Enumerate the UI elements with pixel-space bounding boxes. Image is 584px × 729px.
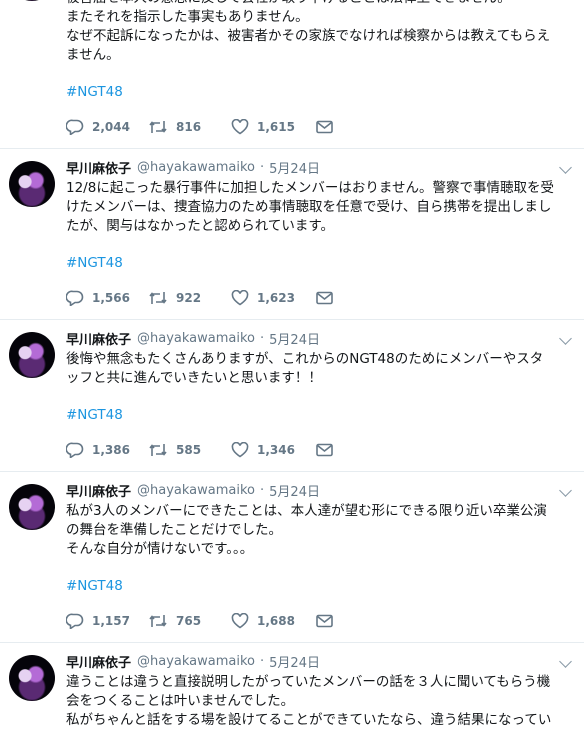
retweet-icon [149,444,167,456]
display-name[interactable]: 早川麻依子 [66,652,131,671]
username[interactable]: @hayakawamaiko [137,160,255,175]
tweet[interactable]: 早川麻依子 @hayakawamaiko · 5月24日 違うことは違うと直接説… [0,643,584,729]
avatar[interactable] [9,655,55,701]
reply-count: 2,044 [92,120,130,134]
direct-message-button[interactable] [316,443,333,457]
tweet-actions: 1,566 922 1,623 [66,289,570,319]
tweet[interactable]: 被害届を本人の意思に反して会社が取り下げることは法律上できません。 またそれを指… [0,0,584,149]
display-name[interactable]: 早川麻依子 [66,481,131,500]
direct-message-button[interactable] [316,120,333,134]
timestamp[interactable]: 5月24日 [269,652,320,671]
reply-button[interactable]: 1,157 [66,613,148,629]
reply-button[interactable]: 1,386 [66,442,148,458]
like-count: 1,688 [257,614,295,628]
username[interactable]: @hayakawamaiko [137,483,255,498]
tweet-actions: 1,386 585 1,346 [66,441,570,471]
retweet-icon [149,615,167,627]
tweet-header: 早川麻依子 @hayakawamaiko · 5月24日 [66,472,570,500]
tweet-text: 後悔や無念もたくさんありますが、これからのNGT48のためにメンバーやスタ ッフ… [66,351,544,386]
reply-icon [66,442,84,458]
like-button[interactable]: 1,346 [231,442,316,458]
retweet-icon [149,121,167,133]
tweet-actions: 2,044 816 1,615 [66,118,570,148]
like-button[interactable]: 1,623 [231,290,316,306]
username[interactable]: @hayakawamaiko [137,654,255,669]
tweet[interactable]: 早川麻依子 @hayakawamaiko · 5月24日 後悔や無念もたくさんあ… [0,320,584,472]
tweet[interactable]: 早川麻依子 @hayakawamaiko · 5月24日 私が3人のメンバーにで… [0,472,584,643]
reply-icon [66,613,84,629]
reply-count: 1,566 [92,291,130,305]
tweet-text: 被害届を本人の意思に反して会社が取り下げることは法律上できません。 またそれを指… [66,0,551,63]
retweet-button[interactable]: 765 [148,613,231,629]
direct-message-button[interactable] [316,614,333,628]
tweet-header: 早川麻依子 @hayakawamaiko · 5月24日 [66,320,570,348]
envelope-icon [316,443,333,457]
retweet-button[interactable]: 816 [148,119,231,135]
separator-dot: · [260,159,265,175]
hashtag-link[interactable]: #NGT48 [66,254,570,273]
tweet-header: 早川麻依子 @hayakawamaiko · 5月24日 [66,149,570,177]
hashtag-link[interactable]: #NGT48 [66,577,570,596]
separator-dot: · [260,653,265,669]
avatar[interactable] [9,484,55,530]
reply-button[interactable]: 1,566 [66,290,148,306]
timestamp[interactable]: 5月24日 [269,158,320,177]
heart-icon [231,613,249,629]
display-name[interactable]: 早川麻依子 [66,158,131,177]
like-count: 1,623 [257,291,295,305]
reply-icon [66,119,84,135]
tweet-feed: 被害届を本人の意思に反して会社が取り下げることは法律上できません。 またそれを指… [0,0,584,729]
timestamp[interactable]: 5月24日 [269,481,320,500]
display-name[interactable]: 早川麻依子 [66,329,131,348]
like-button[interactable]: 1,688 [231,613,316,629]
envelope-icon [316,291,333,305]
tweet-text: 違うことは違うと直接説明したがっていたメンバーの話を３人に聞いてもらう機 会をつ… [66,674,552,728]
username[interactable]: @hayakawamaiko [137,331,255,346]
hashtag-link[interactable]: #NGT48 [66,83,570,102]
retweet-count: 585 [176,443,202,457]
reply-count: 1,386 [92,443,130,457]
separator-dot: · [260,330,265,346]
hashtag-link[interactable]: #NGT48 [66,406,570,425]
avatar[interactable] [9,0,55,1]
retweet-icon [149,292,167,304]
heart-icon [231,290,249,306]
tweet-header: 早川麻依子 @hayakawamaiko · 5月24日 [66,643,570,671]
timestamp[interactable]: 5月24日 [269,329,320,348]
like-count: 1,615 [257,120,295,134]
envelope-icon [316,614,333,628]
reply-button[interactable]: 2,044 [66,119,148,135]
retweet-count: 816 [176,120,202,134]
reply-count: 1,157 [92,614,130,628]
tweet-text: 12/8に起こった暴行事件に加担したメンバーはおりません。警察で事情聴取を受 け… [66,180,554,234]
separator-dot: · [260,482,265,498]
retweet-button[interactable]: 922 [148,290,231,306]
tweet[interactable]: 早川麻依子 @hayakawamaiko · 5月24日 12/8に起こった暴行… [0,149,584,320]
heart-icon [231,442,249,458]
avatar[interactable] [9,332,55,378]
tweet-actions: 1,157 765 1,688 [66,612,570,642]
retweet-count: 922 [176,291,202,305]
heart-icon [231,119,249,135]
direct-message-button[interactable] [316,291,333,305]
envelope-icon [316,120,333,134]
tweet-text: 私が3人のメンバーにできたことは、本人達が望む形にできる限り近い卒業公演 の舞台… [66,503,547,557]
reply-icon [66,290,84,306]
retweet-count: 765 [176,614,202,628]
retweet-button[interactable]: 585 [148,442,231,458]
like-button[interactable]: 1,615 [231,119,316,135]
avatar[interactable] [9,161,55,207]
like-count: 1,346 [257,443,295,457]
